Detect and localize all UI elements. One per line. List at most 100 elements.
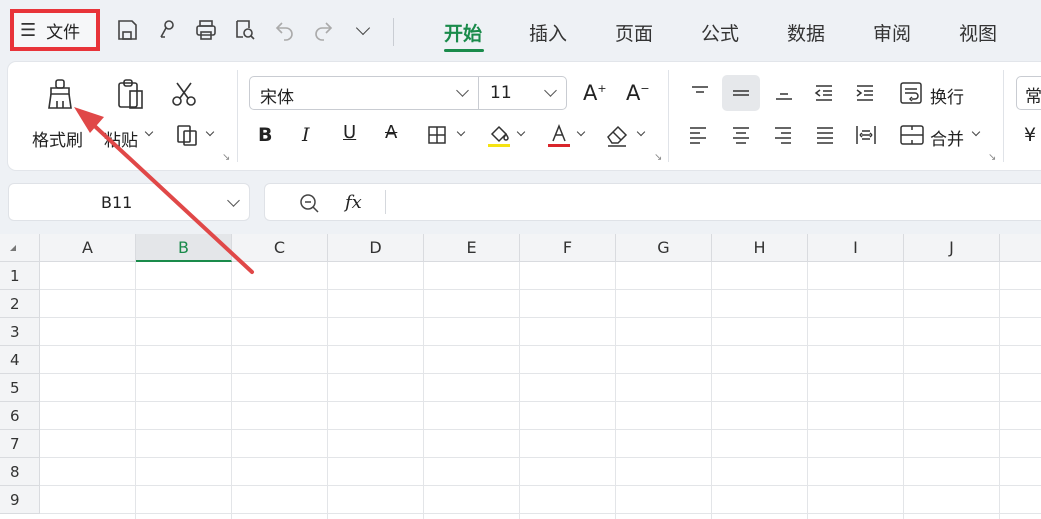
copy-icon[interactable]	[172, 120, 202, 150]
tab-data[interactable]: 数据	[787, 19, 825, 46]
strikethrough-icon[interactable]: A	[385, 122, 397, 143]
column-header-e[interactable]: E	[424, 234, 520, 262]
undo-icon[interactable]	[272, 17, 298, 43]
grid-column-line	[231, 262, 232, 519]
font-box-divider	[478, 77, 479, 109]
column-header-g[interactable]: G	[616, 234, 712, 262]
align-bottom-icon[interactable]	[772, 82, 796, 104]
column-header-c[interactable]: C	[232, 234, 328, 262]
cut-scissors-icon[interactable]	[168, 78, 200, 110]
grid-row-line	[40, 457, 1041, 458]
row-header-3[interactable]: 3	[0, 318, 40, 346]
redo-icon[interactable]	[310, 17, 336, 43]
align-left-icon[interactable]	[686, 124, 710, 146]
row-header-6[interactable]: 6	[0, 402, 40, 430]
number-format-value[interactable]: 常	[1025, 82, 1041, 107]
merge-cells-label[interactable]: 合并	[930, 125, 964, 150]
align-right-icon[interactable]	[771, 124, 795, 146]
grid-row-line	[40, 317, 1041, 318]
number-format-selector[interactable]: 常	[1016, 76, 1041, 110]
spreadsheet-grid[interactable]	[0, 234, 1041, 519]
align-middle-icon[interactable]	[722, 75, 760, 111]
row-header-8[interactable]: 8	[0, 458, 40, 486]
decrease-font-size-icon[interactable]: A−	[626, 81, 650, 105]
justify-icon[interactable]	[813, 124, 837, 146]
column-header-b[interactable]: B	[136, 234, 232, 262]
font-size-value[interactable]: 11	[490, 83, 512, 103]
grid-column-line	[327, 262, 328, 519]
file-menu-label: 文件	[46, 22, 81, 43]
font-name-chevron-down-icon[interactable]	[456, 84, 469, 97]
grid-column-line	[615, 262, 616, 519]
fill-color-icon[interactable]	[485, 121, 513, 149]
name-box-chevron-down-icon[interactable]	[227, 194, 240, 207]
grid-row-line	[40, 373, 1041, 374]
grid-row-line	[40, 289, 1041, 290]
tab-formulas[interactable]: 公式	[701, 19, 739, 46]
column-header-j[interactable]: J	[904, 234, 1000, 262]
paste-icon[interactable]	[110, 76, 150, 112]
decrease-indent-icon[interactable]	[812, 82, 836, 104]
wrap-text-label[interactable]: 换行	[930, 83, 964, 108]
font-size-chevron-down-icon[interactable]	[544, 84, 557, 97]
grid-column-line	[423, 262, 424, 519]
column-header-i[interactable]: I	[808, 234, 904, 262]
grid-row-line	[40, 513, 1041, 514]
row-header-5[interactable]: 5	[0, 374, 40, 402]
insert-function-icon[interactable]: fx	[345, 192, 362, 213]
paste-label[interactable]: 粘贴	[104, 126, 138, 151]
increase-font-size-icon[interactable]: A+	[583, 81, 607, 105]
format-painter-label[interactable]: 格式刷	[32, 126, 83, 151]
align-center-icon[interactable]	[729, 124, 753, 146]
column-header-a[interactable]: A	[40, 234, 136, 262]
align-top-icon[interactable]	[688, 82, 712, 104]
zoom-formula-icon[interactable]	[297, 191, 321, 215]
column-header-k-partial[interactable]	[1000, 234, 1041, 262]
formula-bar[interactable]: fx	[264, 183, 1041, 221]
select-all-corner[interactable]	[0, 234, 40, 262]
font-group-launcher-icon[interactable]: ↘	[654, 152, 662, 163]
underline-icon[interactable]: U	[343, 122, 356, 143]
tab-insert[interactable]: 插入	[529, 19, 567, 46]
ribbon-divider	[237, 70, 238, 162]
font-color-icon[interactable]	[545, 121, 573, 149]
borders-icon[interactable]	[426, 124, 448, 146]
name-box[interactable]: B11	[8, 183, 250, 221]
merge-cells-icon[interactable]	[898, 122, 926, 148]
file-menu-button[interactable]: ☰ 文件	[10, 9, 100, 51]
row-header-4[interactable]: 4	[0, 346, 40, 374]
bold-icon[interactable]: B	[258, 124, 272, 146]
tab-review[interactable]: 审阅	[873, 19, 911, 46]
wrap-text-icon[interactable]	[898, 80, 926, 106]
increase-indent-icon[interactable]	[853, 82, 877, 104]
alignment-group-launcher-icon[interactable]: ↘	[988, 152, 996, 163]
distributed-align-icon[interactable]	[853, 122, 879, 148]
tab-page[interactable]: 页面	[615, 19, 653, 46]
tab-home[interactable]: 开始	[444, 19, 482, 46]
column-header-h[interactable]: H	[712, 234, 808, 262]
row-header-2[interactable]: 2	[0, 290, 40, 318]
grid-column-line	[999, 262, 1000, 519]
row-header-9[interactable]: 9	[0, 486, 40, 514]
print-preview-icon[interactable]	[232, 17, 258, 43]
column-header-f[interactable]: F	[520, 234, 616, 262]
print-icon[interactable]	[193, 17, 219, 43]
share-icon[interactable]	[155, 17, 181, 43]
save-icon[interactable]	[114, 17, 140, 43]
format-painter-icon[interactable]	[40, 76, 80, 112]
clipboard-group-launcher-icon[interactable]: ↘	[222, 152, 230, 163]
grid-column-line	[807, 262, 808, 519]
row-header-7[interactable]: 7	[0, 430, 40, 458]
row-header-1[interactable]: 1	[0, 262, 40, 290]
italic-icon[interactable]: I	[302, 124, 310, 146]
cell-reference[interactable]: B11	[101, 193, 132, 212]
currency-format-icon[interactable]: ¥	[1024, 124, 1036, 146]
font-selector[interactable]: 宋体 11	[249, 76, 567, 110]
tab-view[interactable]: 视图	[959, 19, 997, 46]
column-header-d[interactable]: D	[328, 234, 424, 262]
quick-access-more-icon[interactable]	[350, 17, 376, 43]
clear-format-eraser-icon[interactable]	[603, 121, 631, 149]
select-all-triangle-icon	[10, 245, 16, 251]
font-name-value[interactable]: 宋体	[260, 83, 294, 108]
grid-column-line	[711, 262, 712, 519]
